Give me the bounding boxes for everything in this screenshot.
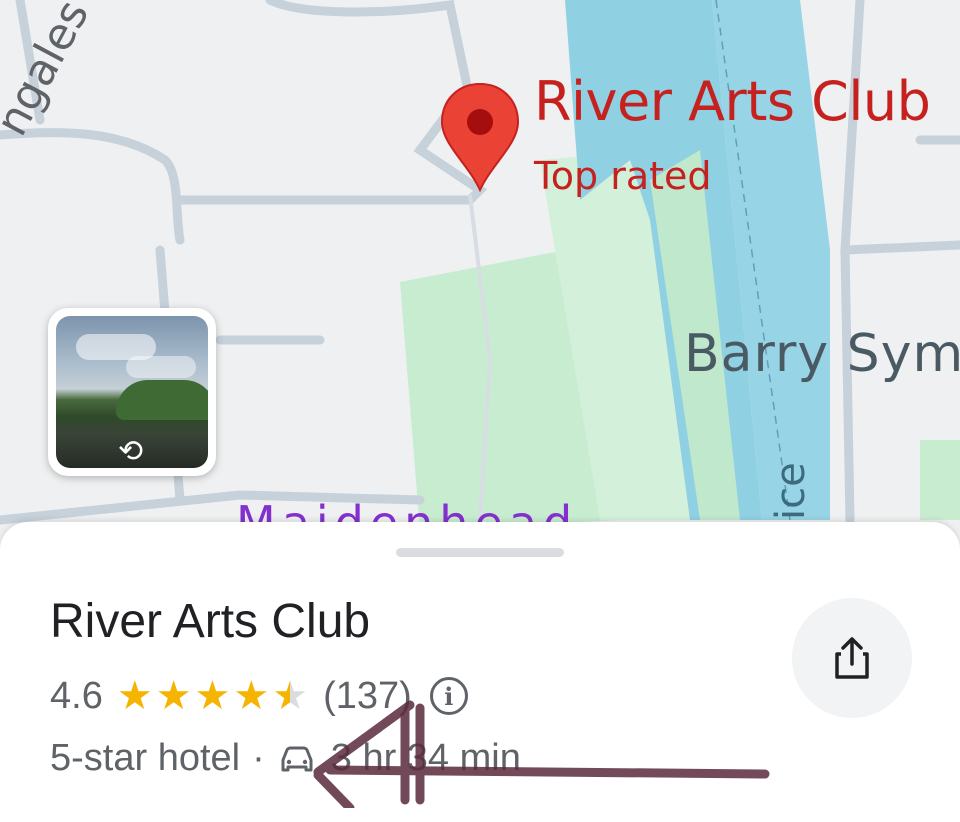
street-view-thumbnail[interactable]: ⟲ [48,308,216,476]
rating-value: 4.6 [50,674,103,717]
info-icon[interactable]: i [429,677,468,715]
map-river-label: ice [768,462,814,520]
travel-time[interactable]: 3 hr 34 min [331,737,521,780]
street-view-image: ⟲ [56,316,208,468]
rating-row[interactable]: 4.6 ★ ★ ★ ★ ★ (137) i [50,672,468,720]
place-meta-row: 5-star hotel · 3 hr 34 min [50,734,521,782]
meta-separator: · [252,736,265,779]
360-rotate-icon: ⟲ [118,434,144,468]
map-place-tag: Top rated [534,154,712,198]
star-icon: ★ [194,673,231,719]
place-pin-icon[interactable] [440,82,520,192]
star-icon: ★ [233,673,270,719]
star-icon: ★ [155,673,192,719]
place-category: 5-star hotel [50,736,241,779]
half-star-icon: ★ [272,673,309,719]
share-button[interactable] [792,598,912,718]
map-park-label[interactable]: Barry Sym [684,324,960,384]
sheet-drag-handle[interactable] [396,548,564,557]
car-icon [281,746,313,772]
park-area [920,440,960,520]
place-title: River Arts Club [50,595,371,648]
map-place-name[interactable]: River Arts Club [534,70,931,133]
star-icon: ★ [116,673,153,719]
share-icon [835,637,869,679]
rating-stars: ★ ★ ★ ★ ★ [117,676,311,716]
review-count[interactable]: (137) [323,675,412,718]
place-bottom-sheet[interactable]: River Arts Club 4.6 ★ ★ ★ ★ ★ (137) i 5-… [0,522,960,822]
